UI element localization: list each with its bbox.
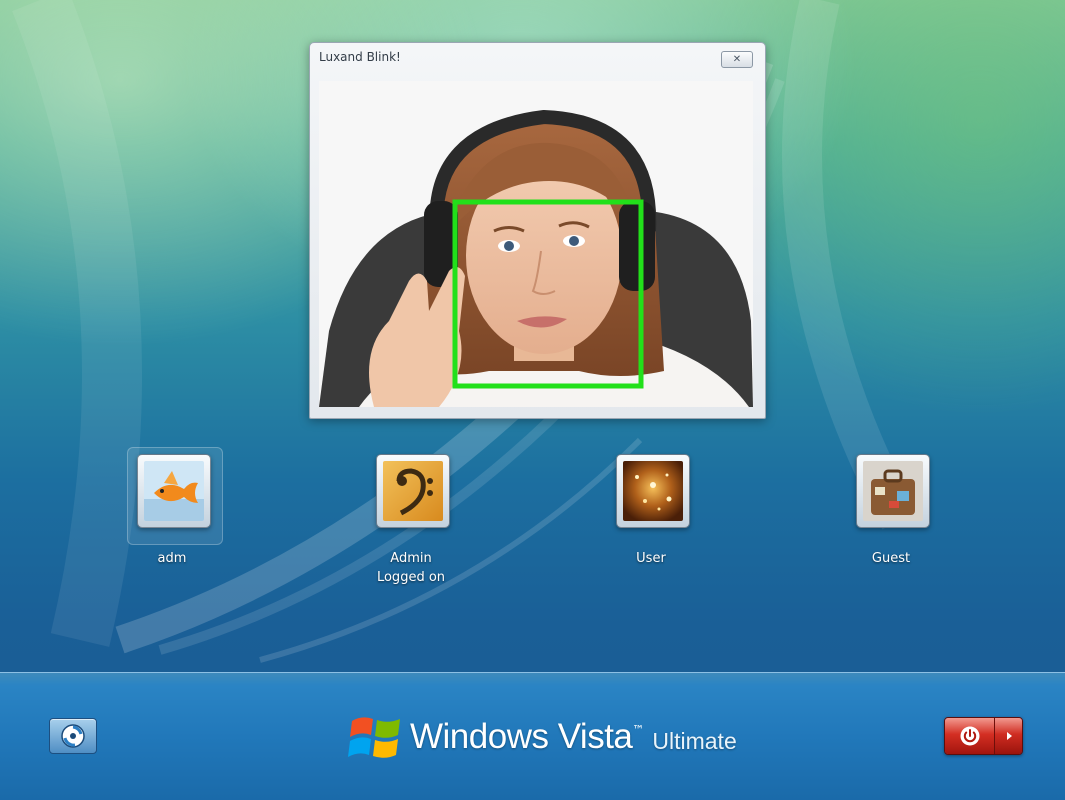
windows-vista-branding: Windows Vista ™ Ultimate <box>346 707 737 767</box>
window-titlebar: Luxand Blink! ✕ <box>310 43 765 71</box>
ease-of-access-button[interactable] <box>49 718 97 754</box>
brand-edition: Ultimate <box>652 727 737 754</box>
arrow-right-icon <box>1006 732 1012 740</box>
window-title: Luxand Blink! <box>319 50 401 64</box>
face-login-window: Luxand Blink! ✕ <box>309 42 766 419</box>
close-button[interactable]: ✕ <box>721 51 753 68</box>
user-name: adm <box>157 551 187 566</box>
trademark-symbol: ™ <box>632 723 645 737</box>
goldfish-picture <box>144 461 204 521</box>
sparkles-picture <box>623 461 683 521</box>
suitcase-picture <box>863 461 923 521</box>
camera-image <box>319 81 753 407</box>
user-picture-frame <box>616 454 690 528</box>
user-picture-frame <box>856 454 930 528</box>
camera-preview <box>319 81 753 407</box>
shutdown-button[interactable] <box>945 718 995 754</box>
user-tile-adm[interactable]: adm <box>122 447 223 597</box>
bass-clef-picture <box>383 461 443 521</box>
power-icon <box>960 726 980 746</box>
shutdown-control <box>944 717 1023 755</box>
user-name: Admin <box>390 551 432 566</box>
user-name: User <box>636 551 666 566</box>
brand-name: Windows Vista <box>410 717 633 756</box>
user-picture-frame <box>137 454 211 528</box>
bottom-bar: Windows Vista ™ Ultimate <box>0 672 1065 800</box>
user-picture-frame <box>376 454 450 528</box>
ease-of-access-icon <box>61 724 85 748</box>
user-tile-user[interactable]: User <box>601 447 701 597</box>
user-tile-guest[interactable]: Guest <box>841 447 941 597</box>
windows-logo-icon <box>348 717 400 758</box>
user-name: Guest <box>871 551 911 566</box>
shutdown-options-button[interactable] <box>994 718 1022 754</box>
user-status: Logged on <box>376 570 446 585</box>
user-tile-admin[interactable]: Admin Logged on <box>361 447 461 597</box>
close-icon: ✕ <box>732 53 742 65</box>
